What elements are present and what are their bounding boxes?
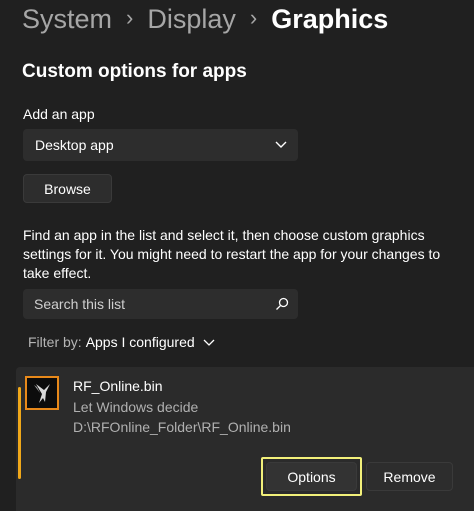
instructions-text: Find an app in the list and select it, t… [23,227,441,281]
app-path: D:\RFOnline_Folder\RF_Online.bin [73,419,291,435]
breadcrumb-separator-icon: › [126,5,134,30]
remove-button[interactable]: Remove [366,462,453,491]
breadcrumb: System › Display › Graphics [22,0,388,38]
add-app-label: Add an app [23,106,95,122]
filter-value: Apps I configured [85,334,195,350]
browse-button[interactable]: Browse [23,174,112,203]
section-title: Custom options for apps [22,61,247,82]
app-type-dropdown-value: Desktop app [35,137,114,153]
filter-dropdown[interactable]: Filter by: Apps I configured [28,334,215,350]
app-icon [25,376,59,410]
breadcrumb-item-display[interactable]: Display [147,4,236,35]
breadcrumb-item-graphics: Graphics [271,3,389,34]
rf-online-logo-icon [27,378,57,408]
app-name: RF_Online.bin [73,378,163,394]
filter-label: Filter by: [28,334,82,350]
app-type-dropdown[interactable]: Desktop app [23,129,298,161]
breadcrumb-separator-icon: › [249,5,258,30]
search-icon[interactable] [275,297,289,311]
search-input[interactable]: Search this list [23,289,298,319]
selection-indicator [18,387,21,479]
chevron-down-icon [275,141,287,148]
search-placeholder: Search this list [34,296,126,312]
breadcrumb-item-system[interactable]: System [22,4,112,35]
app-gpu-preference: Let Windows decide [73,399,199,415]
options-button[interactable]: Options [266,462,357,491]
chevron-down-icon [203,339,215,346]
